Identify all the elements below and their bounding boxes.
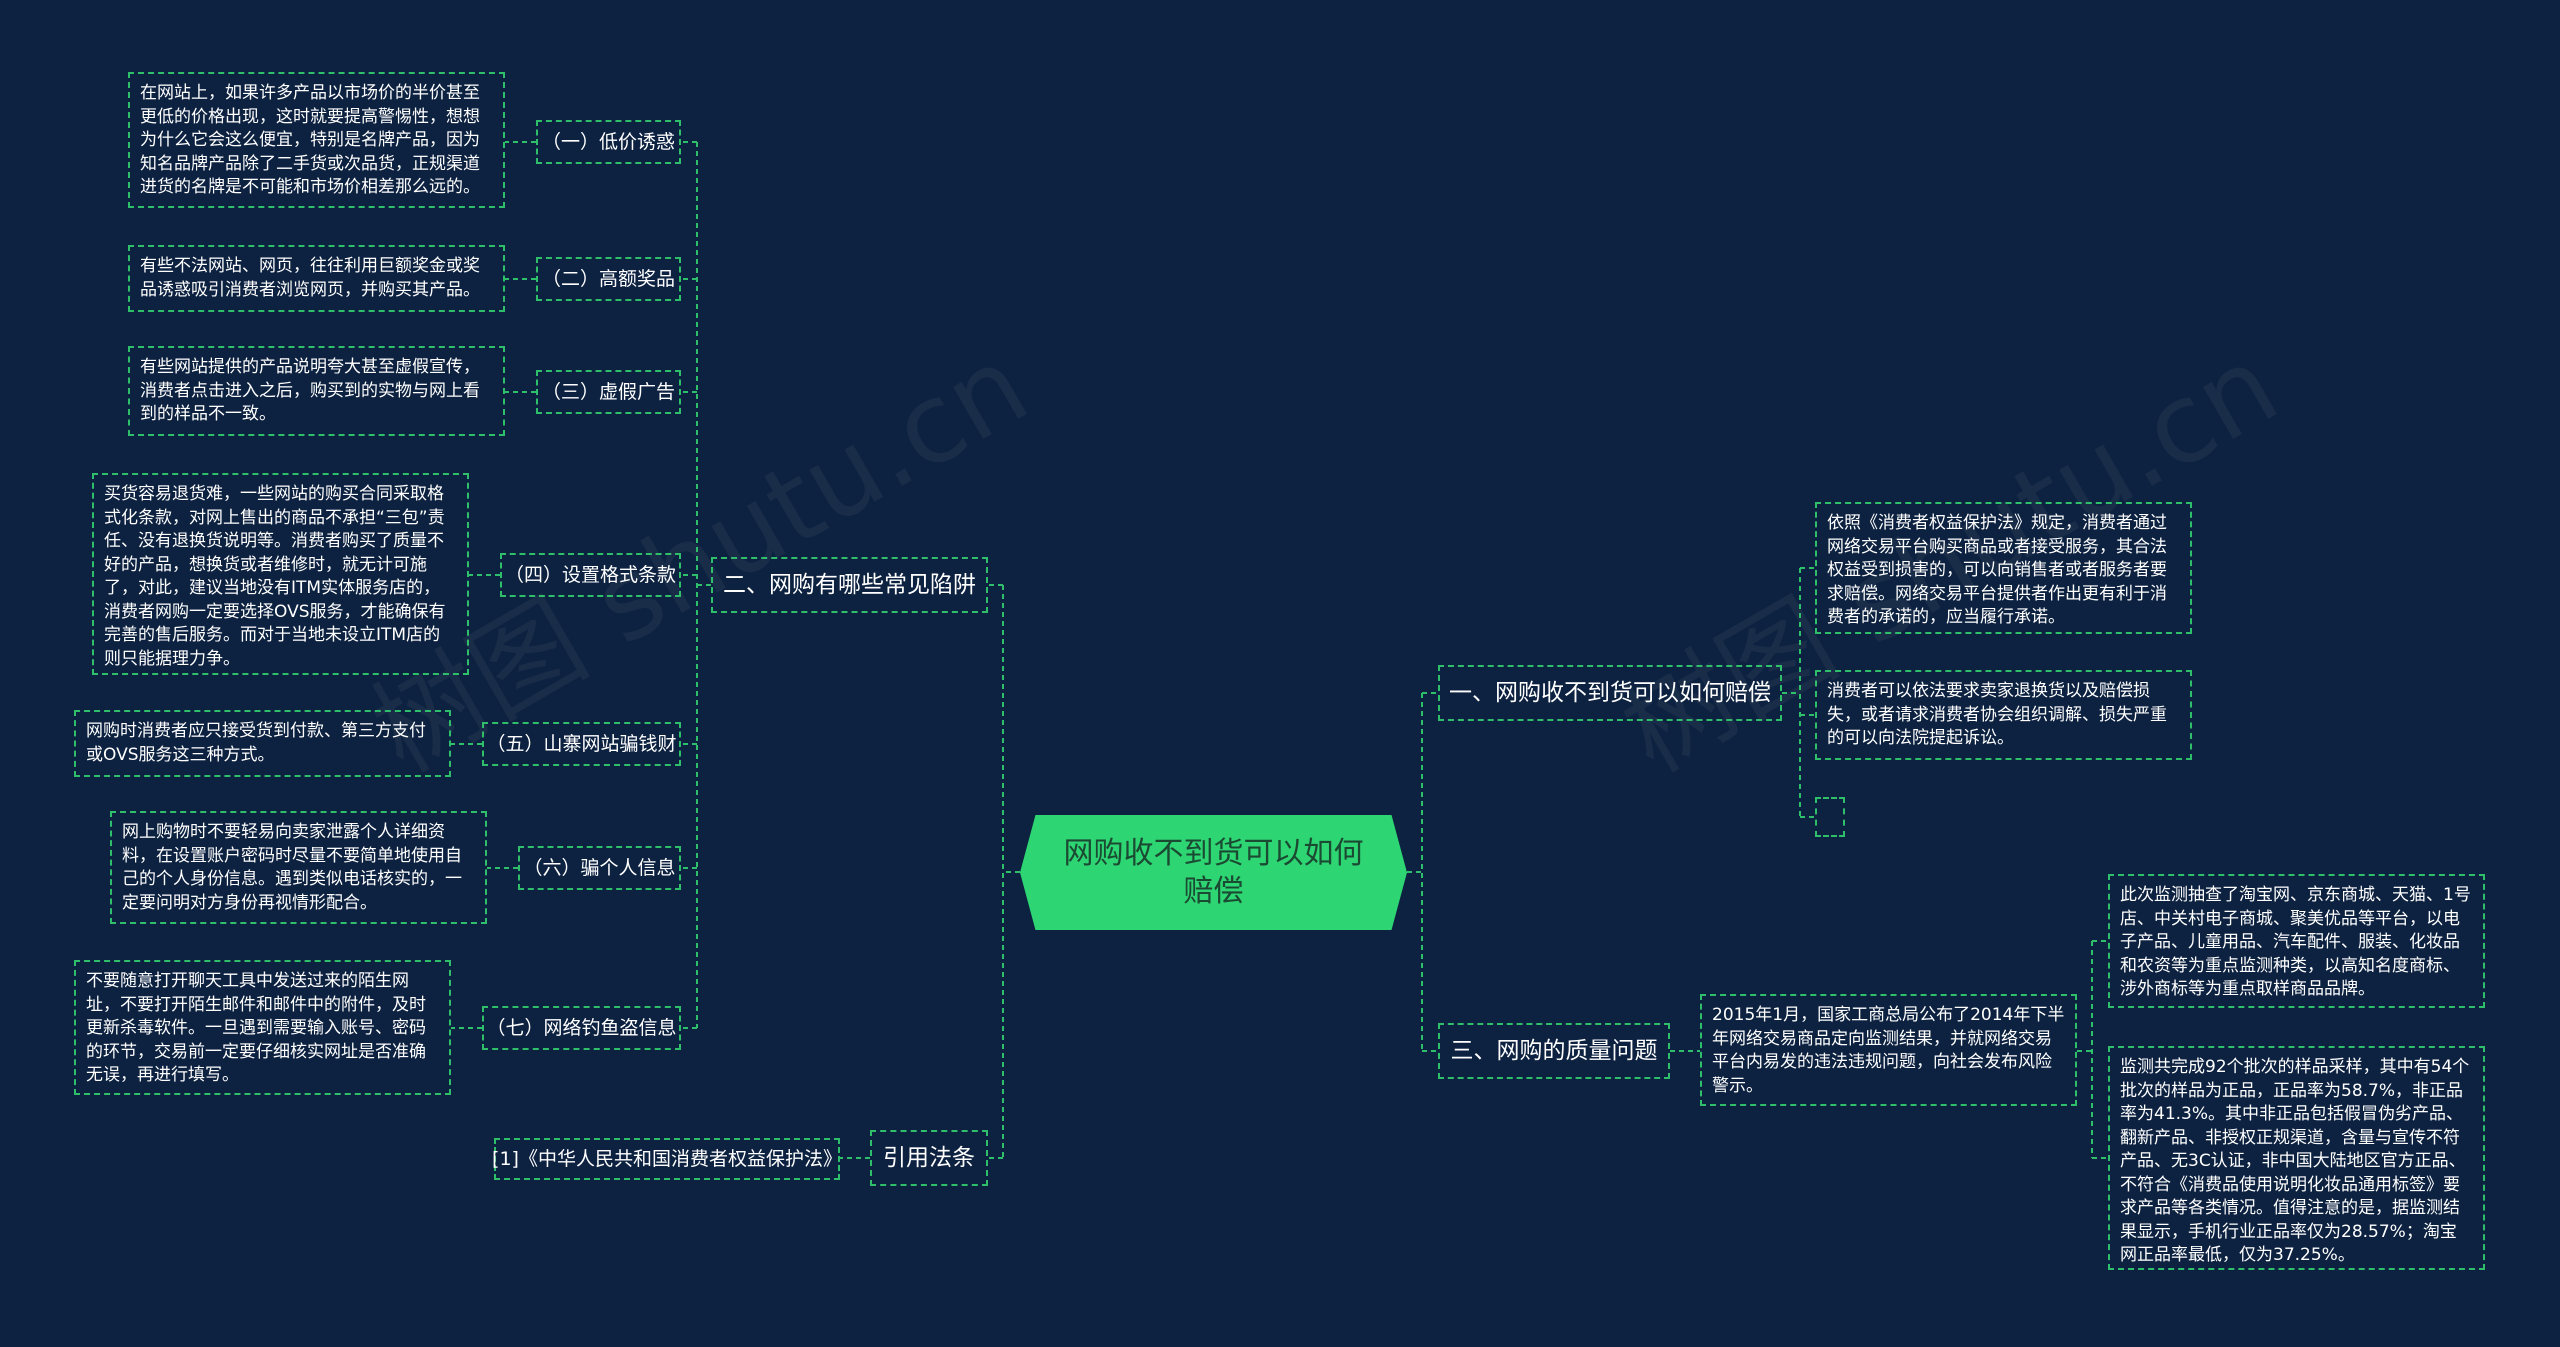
leaf-low-price: 在网站上，如果许多产品以市场价的半价甚至更低的价格出现，这时就要提高警惕性，想想… — [128, 72, 505, 208]
mind-map-canvas: 树图 shutu.cn 树图 shutu.cn 网购收不到货可以如何赔偿 二、网… — [0, 0, 2560, 1347]
leaf-fake-sites: 网购时消费者应只接受货到付款、第三方支付或OVS服务这三种方式。 — [74, 710, 451, 777]
branch-quality-issues[interactable]: 三、网购的质量问题 — [1438, 1023, 1670, 1079]
leaf-monitoring-scope: 此次监测抽查了淘宝网、京东商城、天猫、1号店、中关村电子商城、聚美优品等平台，以… — [2108, 874, 2485, 1008]
leaf-consumer-law[interactable]: [1]《中华人民共和国消费者权益保护法》 — [492, 1138, 842, 1180]
sub-low-price[interactable]: （一）低价诱惑 — [536, 120, 681, 164]
root-topic[interactable]: 网购收不到货可以如何赔偿 — [1020, 815, 1407, 930]
leaf-false-ads: 有些网站提供的产品说明夸大甚至虚假宣传，消费者点击进入之后，购买到的实物与网上看… — [128, 346, 505, 436]
leaf-personal-info: 网上购物时不要轻易向卖家泄露个人详细资料，在设置账户密码时尽量不要简单地使用自己… — [110, 811, 487, 924]
leaf-compensation-law: 依照《消费者权益保护法》规定，消费者通过网络交易平台购买商品或者接受服务，其合法… — [1815, 502, 2192, 634]
sub-format-clauses[interactable]: （四）设置格式条款 — [500, 553, 681, 597]
sub-false-ads[interactable]: （三）虚假广告 — [536, 370, 681, 414]
sub-fake-sites[interactable]: （五）山寨网站骗钱财 — [482, 722, 681, 766]
leaf-format-clauses: 买货容易退货难，一些网站的购买合同采取格式化条款，对网上售出的商品不承担“三包”… — [92, 473, 469, 675]
leaf-high-prize: 有些不法网站、网页，往往利用巨额奖金或奖品诱惑吸引消费者浏览网页，并购买其产品。 — [128, 245, 505, 312]
sub-monitoring-announcement: 2015年1月，国家工商总局公布了2014年下半年网络交易商品定向监测结果，并就… — [1700, 994, 2077, 1106]
leaf-phishing: 不要随意打开聊天工具中发送过来的陌生网址，不要打开陌生邮件和邮件中的附件，及时更… — [74, 960, 451, 1095]
leaf-monitoring-results: 监测共完成92个批次的样品采样，其中有54个批次的样品为正品，正品率为58.7%… — [2108, 1046, 2485, 1270]
branch-common-traps[interactable]: 二、网购有哪些常见陷阱 — [711, 557, 988, 613]
leaf-empty — [1815, 797, 1845, 837]
branch-legal-citation[interactable]: 引用法条 — [870, 1130, 988, 1186]
sub-high-prize[interactable]: （二）高额奖品 — [536, 257, 681, 301]
branch-compensation[interactable]: 一、网购收不到货可以如何赔偿 — [1438, 665, 1782, 721]
sub-personal-info[interactable]: （六）骗个人信息 — [518, 846, 681, 890]
sub-phishing[interactable]: （七）网络钓鱼盗信息 — [482, 1006, 681, 1050]
leaf-compensation-methods: 消费者可以依法要求卖家退换货以及赔偿损失，或者请求消费者协会组织调解、损失严重的… — [1815, 670, 2192, 760]
